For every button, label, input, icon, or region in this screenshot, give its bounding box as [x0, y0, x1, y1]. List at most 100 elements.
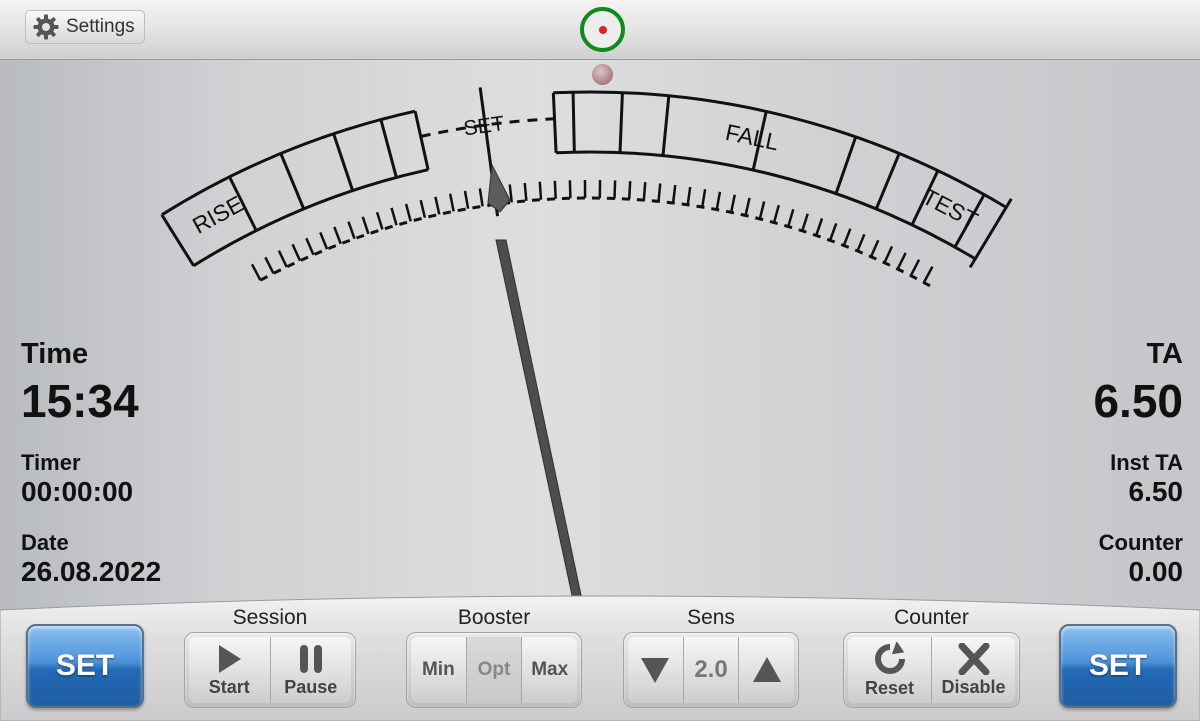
scale-label-test: TEST [918, 183, 982, 233]
needle-meter: RISE SET FALL TEST [160, 87, 1013, 600]
tick-mark [264, 256, 275, 274]
tick-baseline-arc [259, 196, 932, 288]
scale-left-divider-3 [332, 133, 355, 192]
reset-button[interactable]: Reset [848, 637, 932, 703]
date-label: Date [21, 530, 69, 555]
scale-right-divider-2 [618, 92, 624, 153]
tick-mark [627, 181, 632, 200]
tick-mark [856, 233, 866, 252]
tick-mark [478, 188, 484, 207]
pivot-ball [592, 64, 613, 85]
tick-mark [787, 208, 795, 227]
inst-ta-value: 6.50 [1128, 476, 1184, 507]
status-indicator-dot [599, 26, 607, 34]
settings-button[interactable]: Settings [25, 10, 145, 44]
sens-title: Sens [687, 606, 735, 629]
counter-group: Reset Disable [843, 632, 1020, 708]
pause-icon [299, 644, 322, 673]
reset-label: Reset [864, 677, 915, 698]
start-label: Start [208, 676, 250, 697]
scale-right-divider-0 [551, 92, 558, 153]
tick-mark [553, 180, 557, 199]
timer-label: Timer [21, 450, 81, 475]
time-label: Time [21, 338, 89, 370]
scale-left-divider-5 [413, 110, 430, 171]
scale-right-inner-arc [556, 150, 976, 261]
booster-title: Booster [457, 606, 531, 629]
scale-left-divider-2 [279, 152, 306, 210]
scale-left-divider-0 [160, 213, 195, 267]
tick-mark [347, 221, 356, 240]
session-group: Start Pause [184, 632, 356, 708]
sens-down-button[interactable] [628, 637, 684, 703]
tick-mark [568, 180, 572, 199]
play-icon [219, 644, 242, 673]
close-x-icon [958, 642, 989, 675]
tick-mark [801, 213, 809, 232]
status-indicator [580, 7, 625, 52]
tick-mark [815, 218, 824, 236]
pause-button[interactable]: Pause [270, 637, 351, 703]
tick-mark [657, 183, 662, 202]
scale-left-outer-arc [161, 109, 416, 217]
tick-mark [869, 239, 880, 258]
scale-right-divider-5 [834, 136, 858, 195]
booster-max-button[interactable]: Max [522, 637, 578, 703]
booster-min-button[interactable]: Min [411, 637, 467, 703]
tick-mark [333, 226, 342, 245]
control-panel-background [0, 595, 1200, 721]
date-value: 26.08.2022 [21, 556, 162, 587]
time-value: 15:34 [21, 375, 139, 427]
tick-mark [277, 250, 288, 268]
control-panel: SET SET Session Start Pause Booster Min … [0, 590, 1200, 721]
disable-label: Disable [941, 676, 1006, 697]
tick-mark [896, 252, 907, 270]
tick-mark [671, 184, 677, 204]
tick-mark [434, 196, 441, 215]
counter-value: 0.00 [1128, 556, 1184, 587]
tick-mark [613, 180, 617, 199]
tick-mark [758, 201, 766, 220]
tick-mark [390, 207, 398, 226]
tick-mark [404, 203, 412, 222]
scale-label-set: SET [462, 112, 506, 140]
scale-label-fall: FALL [723, 119, 781, 156]
set-button-right[interactable]: SET [1059, 624, 1177, 708]
tick-mark [729, 194, 737, 213]
tick-mark [922, 266, 934, 284]
scale-label-rise: RISE [188, 190, 248, 238]
reset-icon [874, 641, 905, 674]
scale-left-divider-4 [379, 119, 398, 178]
ta-value: 6.50 [1093, 375, 1183, 427]
tick-mark [701, 189, 707, 208]
tick-mark [375, 211, 384, 230]
set-button-left[interactable]: SET [26, 624, 144, 708]
settings-label: Settings [66, 16, 135, 37]
tick-mark [361, 216, 370, 235]
down-triangle-icon [641, 658, 670, 683]
tick-mark [909, 259, 921, 277]
tick-mark [538, 181, 543, 200]
sens-group: 2.0 [623, 632, 799, 708]
disable-button[interactable]: Disable [932, 637, 1015, 703]
needle-shaft [495, 239, 583, 600]
scale-right-divider-3 [661, 95, 671, 156]
inst-ta-label: Inst TA [1110, 450, 1183, 475]
start-button[interactable]: Start [189, 637, 271, 703]
scale-right-divider-6 [874, 152, 901, 210]
tick-mark [463, 190, 470, 209]
booster-opt-button[interactable]: Opt [466, 637, 523, 703]
tick-mark [305, 237, 315, 256]
sens-up-button[interactable] [739, 637, 795, 703]
booster-group: Min Opt Max [406, 632, 582, 708]
tick-mark [772, 204, 780, 223]
counter-label: Counter [1098, 530, 1183, 555]
top-bar: Settings [0, 0, 1200, 60]
tick-mark [291, 243, 302, 262]
tick-mark [250, 263, 262, 281]
tick-mark [523, 182, 528, 202]
tick-mark [744, 197, 751, 216]
up-triangle-icon [752, 657, 781, 682]
tick-mark [883, 245, 894, 264]
tick-mark [319, 231, 329, 250]
